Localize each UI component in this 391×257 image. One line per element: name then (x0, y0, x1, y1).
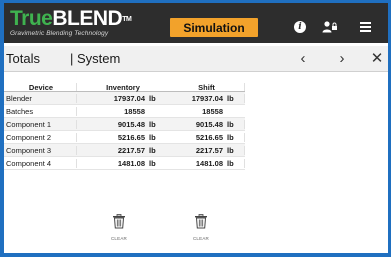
top-bar: TrueBLENDTM Gravimetric Blending Technol… (4, 0, 388, 43)
clear-inventory-button[interactable]: CLEAR (107, 214, 131, 241)
shift-cell: 2217.57 (195, 145, 223, 155)
inventory-unit-cell: lb (149, 132, 156, 142)
logo-trademark: TM (122, 16, 132, 23)
trash-icon (113, 214, 125, 229)
trash-icon (195, 214, 207, 229)
logo-subtitle: Gravimetric Blending Technology (10, 30, 109, 37)
inventory-cell: 17937.04 (113, 93, 145, 103)
table-header: Device Inventory Shift (4, 83, 245, 92)
shift-unit-cell: lb (227, 145, 245, 155)
inventory-cell: 5216.65 (117, 132, 145, 142)
shift-cell: 1481.08 (195, 158, 223, 168)
shift-unit-cell: lb (227, 158, 245, 168)
inventory-cell: 9015.48 (117, 119, 145, 129)
table-body: Blender 17937.04 lb 17937.04 lb Batches 18558 1… (4, 92, 245, 170)
inventory-cell: 18558 (124, 106, 145, 116)
totals-table: Device Inventory Shift Blender 17937.04 lb… (4, 83, 245, 170)
inventory-unit-cell: lb (149, 158, 156, 168)
shift-cell: 18558 (202, 106, 223, 116)
user-login-button[interactable] (320, 17, 340, 37)
table-row: Component 3 2217.57 lb 2217.57 lb (4, 144, 245, 157)
shift-cell: 9015.48 (195, 119, 223, 129)
chevron-right-icon: › (339, 50, 345, 67)
clear-shift-label: CLEAR (192, 236, 209, 241)
inventory-unit-cell: lb (149, 145, 156, 155)
close-button[interactable]: ✕ (368, 50, 386, 68)
page-title: Totals (6, 51, 40, 66)
device-cell: Component 1 (4, 119, 77, 129)
device-cell: Component 4 (4, 158, 77, 168)
shift-unit-cell: lb (227, 119, 245, 129)
close-icon: ✕ (370, 50, 384, 67)
previous-button[interactable]: ‹ (294, 50, 312, 68)
inventory-cell: 2217.57 (117, 145, 145, 155)
clear-inventory-label: CLEAR (110, 236, 127, 241)
clear-shift-button[interactable]: CLEAR (189, 214, 213, 241)
next-button[interactable]: › (333, 50, 351, 68)
header-shift: Shift (169, 83, 245, 92)
inventory-unit-cell: lb (149, 93, 156, 103)
trueblend-logo: TrueBLENDTM Gravimetric Blending Technol… (10, 7, 132, 41)
subheader-bar: Totals | System ‹ › ✕ (4, 46, 388, 72)
device-cell: Blender (4, 93, 77, 103)
simulation-badge: Simulation (170, 18, 258, 37)
table-row: Batches 18558 18558 (4, 105, 245, 118)
shift-unit-cell: lb (227, 132, 245, 142)
section-title: | System (70, 51, 121, 66)
device-cell: Component 2 (4, 132, 77, 142)
user-lock-icon (322, 21, 337, 33)
header-inventory: Inventory (106, 83, 140, 92)
device-cell: Component 3 (4, 145, 77, 155)
header-device: Device (4, 83, 77, 92)
chevron-left-icon: ‹ (300, 50, 306, 67)
logo-blend-text: BLEND (52, 7, 123, 30)
menu-icon (359, 22, 371, 32)
info-icon: i (294, 21, 306, 33)
table-row: Component 1 9015.48 lb 9015.48 lb (4, 118, 245, 131)
logo-true-text: True (10, 7, 53, 30)
inventory-cell: 1481.08 (117, 158, 145, 168)
app-frame: TrueBLENDTM Gravimetric Blending Technol… (0, 0, 391, 257)
inventory-unit-cell: lb (149, 119, 156, 129)
menu-button[interactable] (355, 17, 375, 37)
table-row: Component 2 5216.65 lb 5216.65 lb (4, 131, 245, 144)
shift-cell: 17937.04 (191, 93, 223, 103)
info-button[interactable]: i (290, 17, 310, 37)
table-row: Component 4 1481.08 lb 1481.08 lb (4, 157, 245, 170)
table-row: Blender 17937.04 lb 17937.04 lb (4, 92, 245, 105)
device-cell: Batches (4, 106, 77, 116)
shift-cell: 5216.65 (195, 132, 223, 142)
shift-unit-cell: lb (227, 93, 245, 103)
